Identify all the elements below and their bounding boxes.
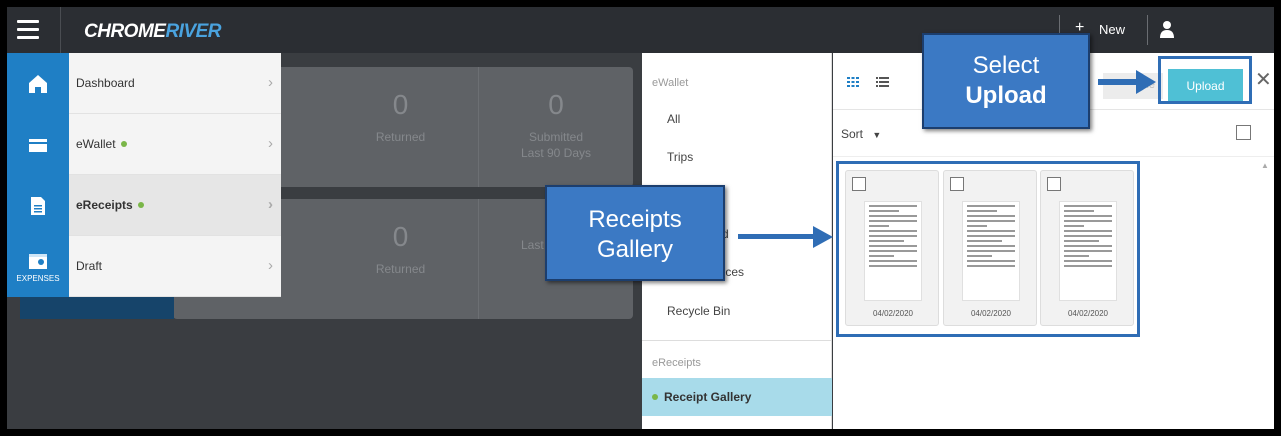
chevron-right-icon: › [268, 196, 273, 213]
expenses-icon [29, 254, 47, 269]
ewallet-item-all[interactable]: All [667, 112, 680, 126]
section-heading: eWallet [652, 77, 689, 89]
menu-item-label: eWallet [76, 137, 116, 151]
stat-value: 0 [392, 89, 409, 120]
home-icon [29, 74, 47, 93]
nav-rail: EXPENSES [7, 53, 69, 297]
caret-down-icon: ▼ [872, 130, 882, 140]
app-logo: CHROMERIVER [84, 21, 222, 43]
status-dot-icon [120, 141, 127, 147]
select-all-checkbox[interactable] [1236, 125, 1251, 140]
chevron-right-icon: › [268, 257, 273, 274]
gallery-highlight-box [836, 161, 1140, 337]
menu-item-label: Draft [76, 259, 103, 273]
divider [833, 156, 1274, 157]
chevron-right-icon: › [268, 135, 273, 152]
logo-chrome: CHROME [84, 21, 166, 42]
sort-dropdown[interactable]: Sort ▼ [841, 127, 881, 141]
grid-view-icon[interactable] [847, 77, 859, 87]
stat-returned: 0 Returned [323, 67, 478, 187]
status-dot-icon [137, 202, 144, 208]
nav-flyout-menu: Dashboard › eWallet › eReceipts › Draft … [69, 53, 281, 297]
sort-label: Sort [841, 127, 864, 141]
callout-line: Upload [965, 82, 1047, 109]
stat-value: 0 [548, 89, 564, 120]
divider [60, 7, 61, 53]
divider [642, 340, 832, 341]
expenses-label: EXPENSES [16, 274, 60, 283]
wallet-icon [29, 138, 47, 152]
stat-submitted: 0 Submitted Last 90 Days [478, 67, 633, 187]
stat-label: Returned [375, 262, 426, 276]
menu-item-label: eReceipts [76, 198, 133, 212]
select-upload-callout: Select Upload [922, 33, 1090, 129]
stat-returned: 0 Returned [323, 199, 478, 319]
rail-expenses[interactable]: EXPENSES [7, 236, 69, 297]
status-dot-icon [652, 394, 658, 400]
arrow-right-icon [738, 226, 833, 248]
rail-ewallet[interactable] [7, 114, 69, 175]
ereceipts-item-receipt-gallery[interactable]: Receipt Gallery [642, 378, 832, 416]
document-icon [31, 196, 45, 215]
menu-item-label: Receipt Gallery [664, 390, 752, 404]
scroll-up-icon[interactable]: ▲ [1261, 161, 1269, 170]
stat-label: Submitted Last 90 Days [520, 130, 592, 160]
user-icon[interactable] [1160, 20, 1174, 38]
upload-highlight-box [1158, 56, 1252, 104]
logo-river: RIVER [165, 21, 222, 42]
list-view-icon[interactable] [876, 77, 889, 87]
menu-item-dashboard[interactable]: Dashboard › [69, 53, 281, 114]
section-heading: eReceipts [652, 357, 701, 369]
rail-ereceipts[interactable] [7, 175, 69, 236]
card-accent-strip [20, 297, 174, 319]
close-icon[interactable]: ✕ [1255, 67, 1272, 92]
stat-label: Returned [375, 130, 426, 144]
chevron-right-icon: › [268, 74, 273, 91]
arrow-right-icon [1098, 70, 1156, 94]
receipts-gallery-callout: Receipts Gallery [545, 185, 725, 281]
menu-item-ewallet[interactable]: eWallet › [69, 114, 281, 175]
stat-value: 0 [392, 221, 409, 252]
new-button[interactable]: New [1099, 22, 1125, 37]
callout-line: Gallery [596, 236, 674, 263]
ewallet-item-trips[interactable]: Trips [667, 150, 693, 164]
hamburger-icon[interactable] [17, 20, 39, 40]
ewallet-item-recycle-bin[interactable]: Recycle Bin [667, 304, 730, 318]
menu-item-label: Dashboard [76, 76, 135, 90]
menu-item-draft[interactable]: Draft › [69, 236, 281, 297]
callout-line: Receipts [588, 206, 682, 233]
rail-home[interactable] [7, 53, 69, 114]
divider [1147, 15, 1148, 45]
callout-line: Select [972, 52, 1040, 79]
menu-item-ereceipts[interactable]: eReceipts › [69, 175, 281, 236]
